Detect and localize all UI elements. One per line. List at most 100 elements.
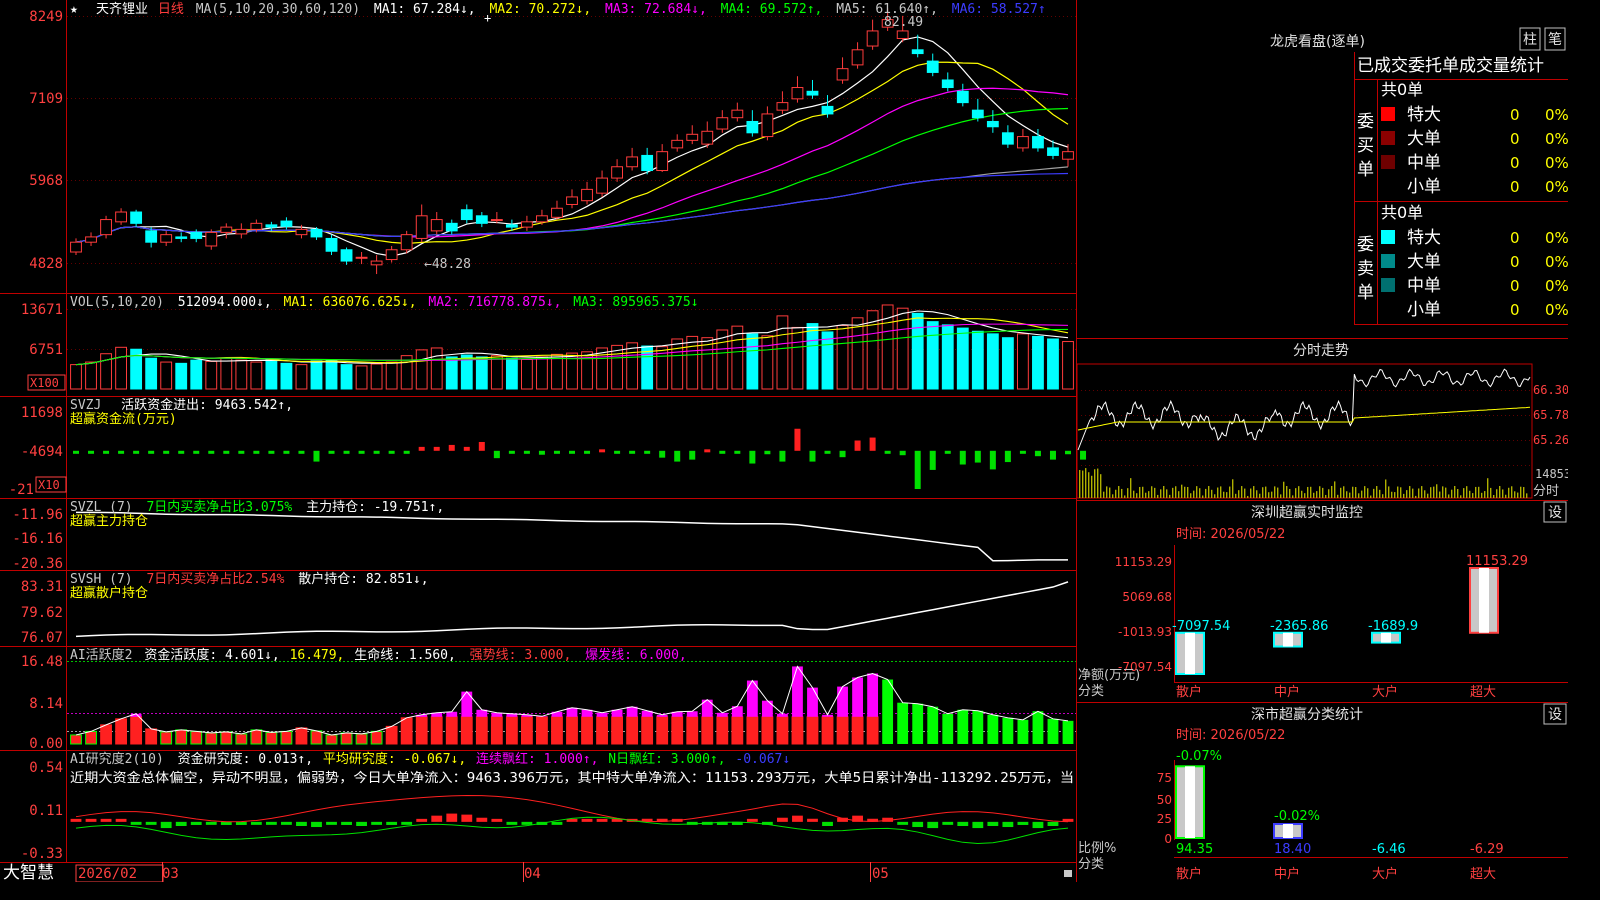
intraday-volume-bar [1367,488,1369,498]
intraday-volume-bar [1265,486,1267,498]
price-candles[interactable] [70,8,1074,275]
volume-bar-down [926,321,939,390]
volume-bar-up [520,358,533,390]
classify-xlabel: 分类 [1078,857,1104,872]
buy-row-pct: 0% [1545,106,1568,124]
classify-categories: 散户 中户 大户 超大 [1176,866,1496,882]
ai-active-bar-red [100,724,112,745]
stock-chart-terminal[interactable]: 8249 7109 5968 4828 82.49 ←48.28 ★ 天齐锂业 日线 … [0,0,1568,882]
svzj-bar-out [989,450,996,470]
sell-side-char: 卖 [1357,259,1374,279]
intraday-volume-bar [1211,489,1213,498]
svzj-bar-out [1034,450,1041,457]
volume-unit: X100 [30,376,59,390]
volume-bar-up [791,326,804,390]
candle-up [626,156,639,168]
buy-row-count: 0 [1510,130,1520,148]
monitor-tick-2: -1013.93 [1118,625,1172,639]
intraday-volume-bar [1121,488,1123,498]
monitor-xlabel: 分类 [1078,684,1104,699]
intraday-volume-bar [1163,486,1165,498]
candle-up [866,30,879,47]
sell-swatch [1381,302,1395,316]
intraday-volume-bar [1337,494,1339,498]
intraday-volume-bar [1286,486,1288,498]
ai-research-bar-down [326,821,337,825]
classify-cat-3: 超大 [1470,867,1496,882]
intraday-volume-bar [1520,486,1522,498]
ai-active-bar-burst [596,712,608,717]
dragon-panel[interactable]: 龙虎看盘(逐单) 柱 笔 已成交委托单成交量统计 共0单委买单特大 0 0%大单 0 0… [1270,27,1568,325]
svzj-panel[interactable]: 11698 -4694 -21 X10 SVZJ 活跃资金进出: 9463.542↑… [9,397,1087,498]
candle-down [926,60,939,73]
intraday-volume-bar [1442,486,1444,498]
classify-tick-0: 75 [1157,771,1172,785]
candle-up [385,249,398,261]
ai-research-bar-down [371,821,383,825]
date-start: 2026/02 [78,866,137,882]
intra-tick-2: 65.26 [1533,433,1568,447]
svzj-bar-out [1019,450,1026,454]
low-price-label: ←48.28 [424,257,471,272]
volume-panel[interactable]: 13671 6751 X100 VOL(5,10,20) 512094.000↓,… [21,295,1076,391]
intraday-volume-bar [1244,488,1246,498]
svzj-bar-out [899,450,906,456]
buy-side-char: 单 [1357,160,1374,180]
svzj-bars[interactable] [73,428,1087,490]
intraday-volume-bar [1457,489,1459,498]
volume-bar-up [881,304,894,390]
intraday-volume-bar [1259,493,1261,498]
intraday-volume-bar [1346,491,1348,498]
svg-text:柱: 柱 [1523,32,1537,48]
candle-down [130,211,143,224]
classify-panel[interactable]: 深市超赢分类统计 设 时间: 2026/05/22 75 50 25 0 94.35 1… [1078,703,1568,882]
monitor-panel[interactable]: 深圳超赢实时监控 设 时间: 2026/05/22 11153.29 5069.6… [1078,501,1568,700]
monitor-bars[interactable]: -7097.54 -2365.86 -1689.9 11153.29 [1172,554,1528,676]
intraday-volume-bar [1100,474,1102,498]
intraday-volume-bar [1160,489,1162,498]
intraday-volume-bar [1325,494,1327,498]
intraday-volume-bar [1172,487,1174,498]
ai-active-panel[interactable]: 16.48 8.14 0.00 AI活跃度2 资金活跃度: 4.601↓, 16.4… [21,647,1076,752]
classify-tick-2: 25 [1157,812,1172,826]
volume-bar-up [430,347,443,390]
price-legend: ★ 天齐锂业 日线 MA(5,10,20,30,60,120) MA1: 67.… [70,1,1046,17]
classify-bars[interactable]: 94.35 18.40 -6.46 -6.29 -0.07% -0.02% [1175,749,1504,857]
intraday-volume-bar [1199,488,1201,498]
intraday-volume-bar [1280,494,1282,498]
ai-research-bar-down [1047,821,1059,826]
intraday-volume-bar [1079,470,1081,498]
period-label: 日线 [158,2,184,17]
intraday-volume-bar [1283,481,1285,498]
svzl-panel[interactable]: -11.96 -16.16 -20.36 SVZL (7) 7日内买卖净占比3.07… [12,499,1069,572]
ai-active-bar-burst [852,677,863,717]
intraday-volume-bar [1190,493,1192,498]
ai-research-bar-down [145,821,157,825]
intraday-volume-bar [1508,487,1510,498]
price-panel[interactable]: 8249 7109 5968 4828 82.49 ←48.28 ★ 天齐锂业 日线 … [29,1,1076,275]
intraday-panel[interactable]: 分时走势 66.30 65.78 65.26 14853 分时 [1076,343,1568,499]
svg-text:设: 设 [1548,707,1562,723]
volume-bars[interactable] [70,304,1074,390]
svsh-panel[interactable]: 83.31 79.62 76.07 SVSH (7) 7日内买卖净占比2.54% 散… [21,571,1069,646]
svsh-axis: 83.31 79.62 76.07 [21,579,63,646]
volume-bar-up [385,361,398,390]
ai-research-bar-down [927,821,939,829]
intraday-volume-bar [1304,493,1306,498]
svzj-bar-in [599,449,606,453]
monitor-value-1: -2365.86 [1270,619,1328,634]
price-tick-1: 7109 [29,91,63,107]
candle-down [941,79,954,89]
intraday-volume-bar [1082,470,1084,498]
ai-active-bar-green [897,702,909,744]
volume-bar-up [295,364,308,390]
candle-up [160,234,173,243]
ai-active-bar-red [370,730,383,745]
sell-row-count: 0 [1510,277,1520,295]
volume-bar-up [851,317,864,390]
ma-line-4 [75,107,1069,243]
intraday-volume-bar [1220,486,1222,498]
ai-research-panel[interactable]: 0.54 0.11 -0.33 AI研究度2(10) 资金研究度: 0.013↑, … [21,751,1074,862]
candle-up [520,221,533,228]
svzj-tick-1: -4694 [21,444,63,460]
